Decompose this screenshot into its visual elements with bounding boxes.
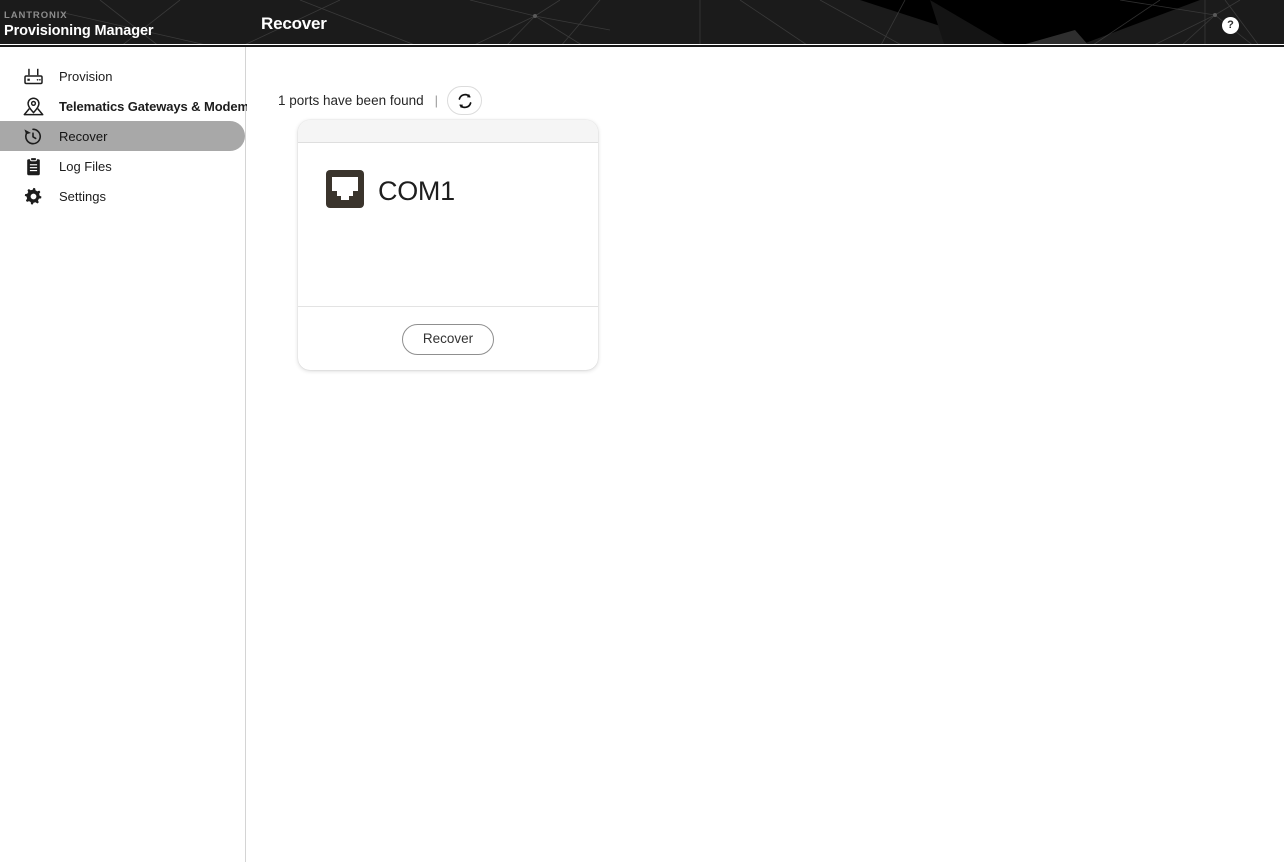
- port-card-body: COM1: [298, 143, 598, 306]
- clipboard-icon: [20, 156, 46, 176]
- lantronix-logo: LANTRONIX: [4, 10, 68, 21]
- sidebar-item-label: Recover: [59, 128, 108, 144]
- sidebar-item-label: Settings: [59, 188, 106, 204]
- sidebar-item-provision[interactable]: Provision: [0, 61, 245, 91]
- sidebar-item-telematics-gateways-modems[interactable]: Telematics Gateways & Modems: [0, 91, 256, 121]
- sidebar-item-settings[interactable]: Settings: [0, 181, 245, 211]
- main-content: 1 ports have been found | COM1 Recover: [247, 47, 1284, 862]
- sidebar-item-label: Provision: [59, 68, 113, 84]
- brand-block: LANTRONIX Provisioning Manager: [4, 10, 154, 40]
- sidebar-nav: Provision Telematics Gateways & Modems R…: [0, 47, 256, 211]
- app-header: LANTRONIX Provisioning Manager Recover ?: [0, 0, 1284, 47]
- app-title: Provisioning Manager: [4, 23, 154, 39]
- sidebar-item-recover[interactable]: Recover: [0, 121, 245, 151]
- header-background-pattern: [0, 0, 1284, 47]
- ethernet-port-icon: [326, 170, 364, 213]
- recover-button[interactable]: Recover: [401, 323, 495, 355]
- refresh-button[interactable]: [447, 86, 483, 115]
- port-card: COM1 Recover: [298, 120, 598, 370]
- port-name: COM1: [378, 176, 455, 206]
- help-icon-glyph: ?: [1227, 19, 1234, 31]
- status-separator: |: [434, 93, 439, 108]
- router-icon: [20, 68, 46, 85]
- status-row: 1 ports have been found |: [278, 86, 483, 115]
- sidebar: Provision Telematics Gateways & Modems R…: [0, 47, 256, 862]
- sidebar-item-label: Telematics Gateways & Modems: [59, 98, 257, 114]
- sidebar-item-label: Log Files: [59, 158, 112, 174]
- gear-icon: [20, 187, 46, 206]
- refresh-icon: [458, 93, 471, 108]
- port-identity: COM1: [326, 170, 455, 213]
- history-icon: [20, 127, 46, 146]
- port-card-header-strip: [298, 120, 598, 143]
- port-card-footer: Recover: [298, 306, 598, 370]
- map-pin-icon: [20, 96, 46, 116]
- page-title: Recover: [261, 14, 327, 33]
- header-underbar: [0, 45, 1284, 47]
- sidebar-item-log-files[interactable]: Log Files: [0, 151, 245, 181]
- ports-found-status: 1 ports have been found: [278, 93, 424, 108]
- help-icon[interactable]: ?: [1222, 17, 1239, 34]
